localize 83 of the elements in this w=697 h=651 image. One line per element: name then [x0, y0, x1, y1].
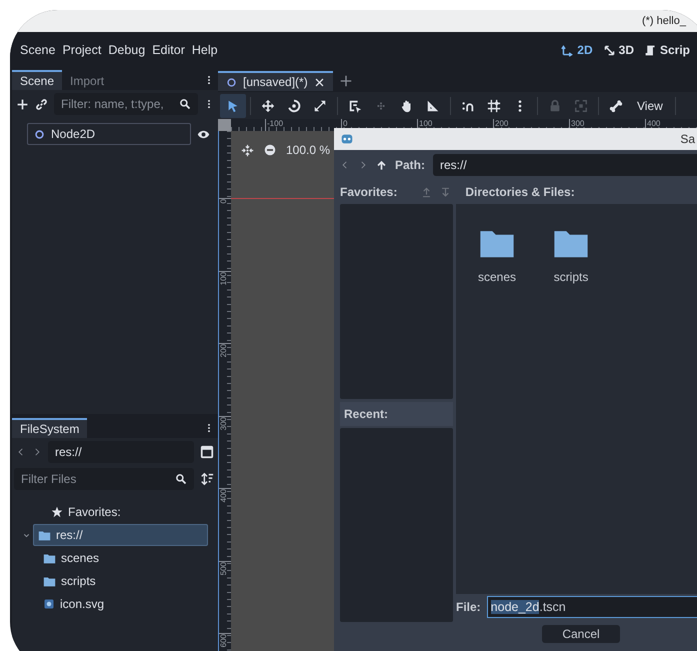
- menu-item[interactable]: Debug: [108, 43, 152, 57]
- folder-item[interactable]: scenes: [478, 224, 516, 284]
- group-icon: [574, 98, 588, 112]
- move-arrows-icon: [261, 98, 275, 112]
- axis-arrows-icon: [561, 44, 574, 56]
- plus-icon: [16, 98, 29, 110]
- menu-item[interactable]: Editor: [152, 43, 191, 57]
- ruler-label: 400: [647, 119, 660, 128]
- file-tree-item[interactable]: icon.svg: [38, 593, 208, 615]
- select-tool-button[interactable]: [220, 94, 246, 118]
- ruler-label: 500: [219, 562, 228, 575]
- link-icon: [35, 98, 48, 110]
- ruler-label: 0: [219, 199, 228, 204]
- ruler-icon: [426, 98, 440, 112]
- ruler-label: 300: [219, 416, 228, 430]
- close-icon: [314, 76, 325, 88]
- search-icon: [179, 98, 191, 110]
- dock-tab[interactable]: FileSystem: [12, 418, 88, 438]
- favorites-label: Favorites:: [340, 185, 398, 199]
- file-tree-item[interactable]: res://: [33, 524, 208, 546]
- path-field[interactable]: res://: [433, 154, 697, 176]
- ruler-label: -100: [267, 119, 284, 128]
- rotate-icon: [287, 98, 301, 112]
- folder-item[interactable]: scripts: [552, 224, 590, 284]
- filter-field[interactable]: Filter Files: [14, 468, 194, 490]
- search-icon: [175, 473, 187, 485]
- ruler-label: 200: [219, 344, 228, 358]
- file-name-field[interactable]: node_2d.tscn: [486, 596, 697, 618]
- ruler-label: 200: [495, 119, 508, 128]
- ruler-label: 600: [219, 634, 228, 648]
- document-tab[interactable]: [unsaved](*): [218, 71, 333, 91]
- node-circle-icon: [226, 76, 237, 88]
- folder-icon: [43, 552, 56, 564]
- file-label: File:: [456, 600, 481, 614]
- file-tree-item[interactable]: Favorites:: [46, 501, 208, 523]
- view-menu-button[interactable]: View: [629, 98, 671, 112]
- up-arrow-icon: [376, 160, 387, 170]
- zoom-level[interactable]: 100.0 %: [286, 143, 330, 157]
- path-label: Path:: [395, 158, 425, 172]
- axis-arrows-icon: [602, 44, 616, 56]
- pointer-icon: [226, 98, 240, 112]
- workspace-tab[interactable]: 3D: [602, 43, 634, 57]
- menu-item[interactable]: Help: [192, 43, 224, 57]
- file-tree-item[interactable]: scenes: [38, 547, 208, 569]
- ruler-label: 100: [219, 272, 228, 285]
- move-up-icon: [421, 186, 432, 198]
- scale-arrows-icon: [313, 98, 327, 112]
- ruler-corner: [218, 119, 231, 131]
- list-select-icon: [348, 98, 362, 112]
- plus-icon: [338, 74, 353, 88]
- lock-icon: [548, 98, 562, 112]
- ruler-label: 100: [419, 119, 432, 128]
- move-down-icon: [440, 186, 452, 198]
- grid-snap-icon: [487, 98, 501, 112]
- workspace-tab[interactable]: 2D: [561, 43, 593, 57]
- zoom-out-icon: [264, 144, 276, 156]
- bone-icon: [609, 98, 623, 112]
- ruler-label: 400: [219, 489, 228, 502]
- node-circle-icon: [34, 128, 45, 140]
- recent-label: Recent:: [344, 407, 388, 421]
- center-view-icon: [241, 144, 254, 156]
- dialog-title: Sa: [680, 132, 695, 146]
- dock-tab[interactable]: Scene: [12, 70, 62, 90]
- filter-field[interactable]: Filter: name, t:type,: [54, 93, 198, 115]
- path-field[interactable]: res://: [48, 441, 194, 463]
- ruler-label: 0: [343, 119, 348, 128]
- ruler-label: 300: [571, 119, 584, 128]
- scene-tree-item[interactable]: Node2D: [27, 123, 191, 145]
- folder-icon: [38, 528, 51, 542]
- image-file-icon: [43, 598, 55, 610]
- dock-tab[interactable]: Import: [62, 70, 112, 90]
- menu-item[interactable]: Project: [62, 43, 108, 57]
- star-icon: [51, 506, 63, 518]
- panel-toggle-icon: [200, 445, 214, 459]
- folder-icon: [43, 574, 56, 588]
- files-label: Directories & Files:: [465, 185, 575, 199]
- sort-icon: [200, 472, 214, 486]
- file-tree-item[interactable]: scripts: [38, 570, 208, 592]
- script-icon: [644, 44, 657, 56]
- cancel-button[interactable]: Cancel: [542, 625, 620, 643]
- menu-item[interactable]: Scene: [20, 43, 62, 57]
- window-title: (*) hello_: [642, 15, 686, 27]
- workspace-tab[interactable]: Scrip: [644, 43, 690, 57]
